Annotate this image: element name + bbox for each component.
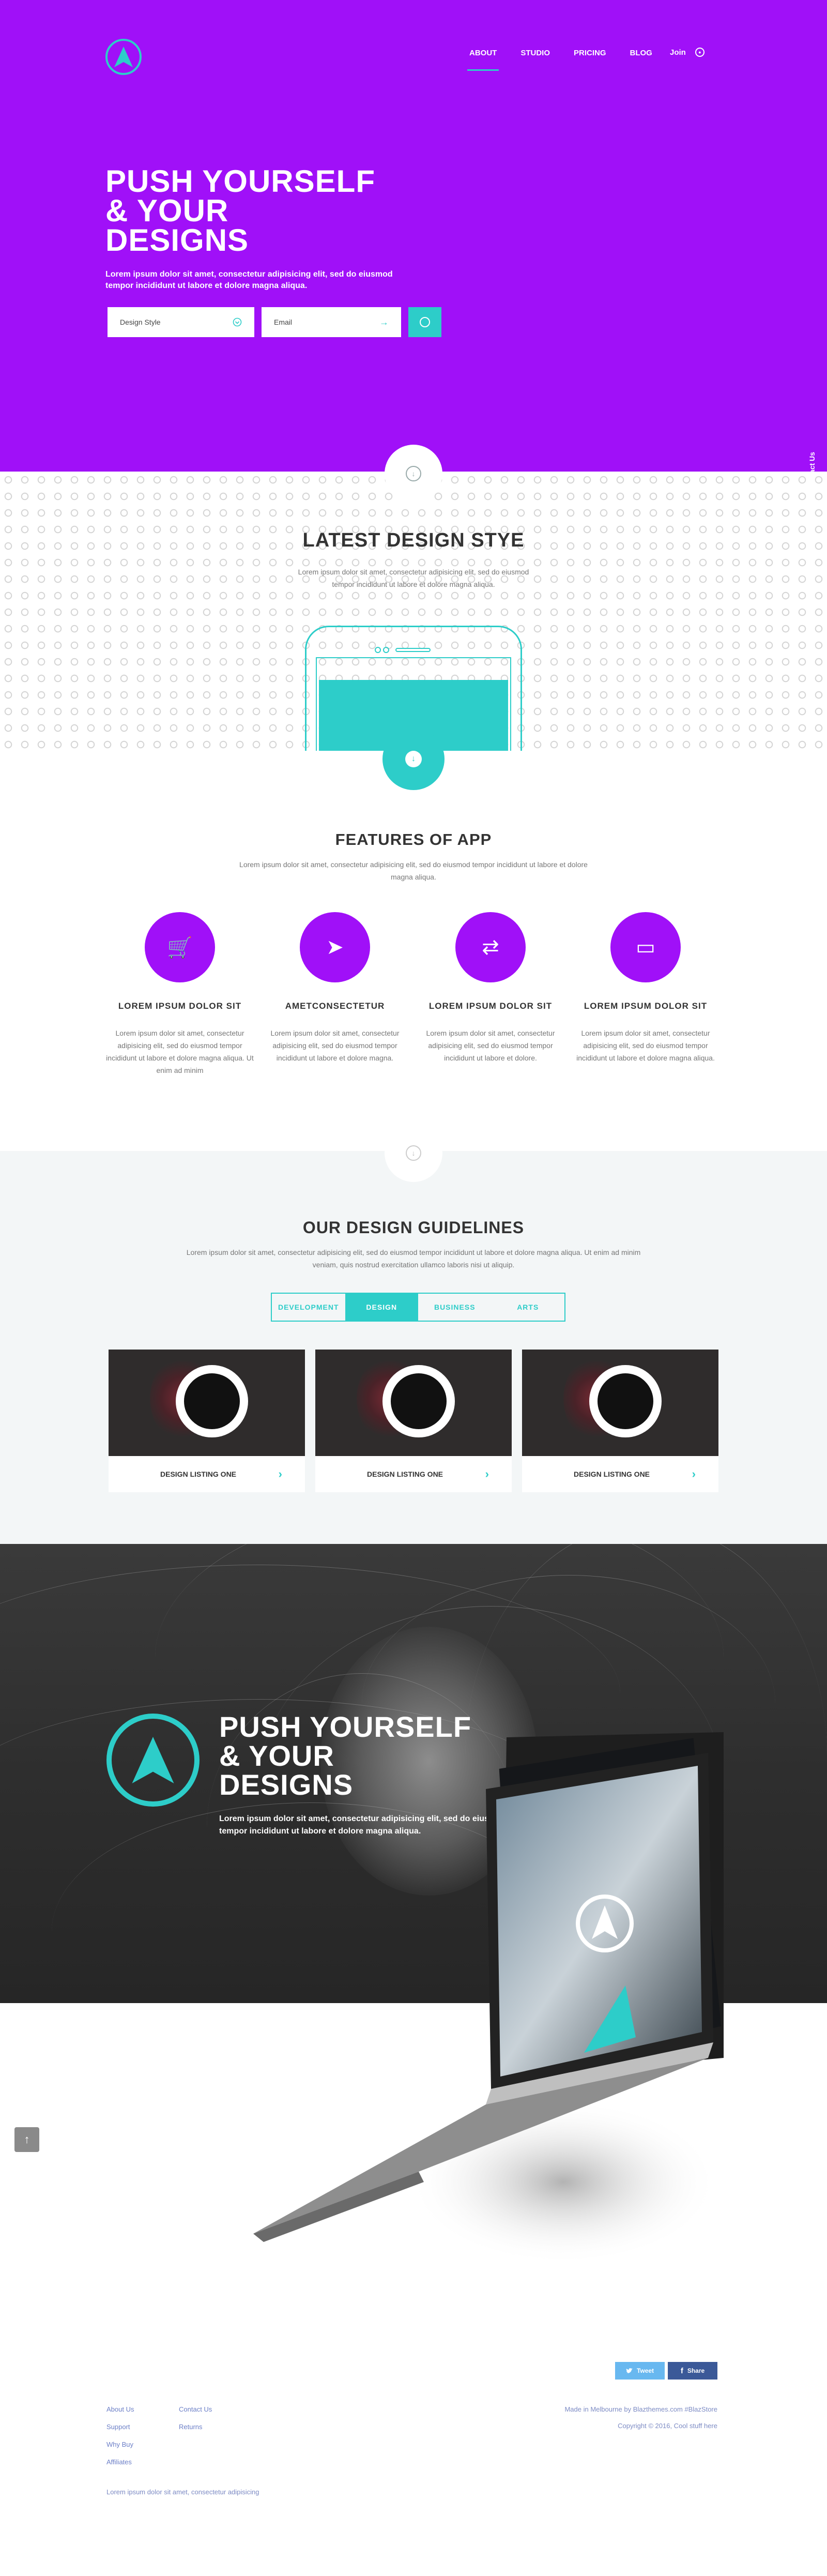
arrow-down-icon: ↓ — [406, 466, 421, 481]
feature-text: Lorem ipsum dolor sit amet, consectetur … — [270, 1029, 400, 1062]
browser-window-icon: ▭ — [610, 912, 681, 982]
section-marker-mid: ↓ — [385, 1124, 442, 1182]
chevron-right-icon: › — [278, 1467, 282, 1480]
feature-text: Lorem ipsum dolor sit amet, consectetur … — [106, 1029, 254, 1074]
nav-studio[interactable]: STUDIO — [520, 49, 550, 57]
card-title: DESIGN LISTING ONE — [367, 1470, 443, 1478]
feature-title: LOREM IPSUM DOLOR SIT — [428, 1001, 553, 1011]
made-in-text: Made in Melbourne by Blazthemes.com #Bla… — [564, 2405, 717, 2413]
twitter-icon — [625, 2368, 633, 2373]
latest-design-title: LATEST DESIGN STYE — [302, 529, 525, 551]
card-image — [315, 1350, 512, 1456]
tweet-label: Tweet — [636, 2367, 654, 2374]
arrow-down-icon: ↓ — [405, 751, 422, 767]
arrow-logo-icon — [114, 47, 133, 67]
tab-development[interactable]: DEVELOPMENT — [272, 1294, 345, 1321]
hero-title: PUSH YOURSELF & YOUR DESIGNS — [105, 166, 426, 257]
design-listing-card[interactable]: DESIGN LISTING ONE › — [522, 1350, 718, 1492]
feature-item: ➤ AMETCONSECTETUR Lorem ipsum dolor sit … — [260, 912, 410, 1064]
hero-title-line: DESIGNS — [105, 223, 249, 257]
facebook-share-button[interactable]: f Share — [668, 2362, 717, 2380]
chevron-right-icon: › — [485, 1467, 489, 1480]
nav-blog[interactable]: BLOG — [630, 49, 652, 57]
email-field-value: Email — [274, 318, 293, 326]
hero-section: ABOUT STUDIO PRICING BLOG Join ● PUSH YO… — [0, 0, 827, 472]
features-title: FEATURES OF APP — [335, 830, 492, 848]
join-icon: ● — [695, 48, 705, 57]
card-image — [522, 1350, 718, 1456]
shuffle-icon: ⇄ — [455, 912, 526, 982]
tab-design[interactable]: DESIGN — [345, 1294, 418, 1321]
hero-subtitle: Lorem ipsum dolor sit amet, consectetur … — [105, 270, 393, 290]
feature-text: Lorem ipsum dolor sit amet, consectetur … — [576, 1029, 715, 1062]
feature-title: AMETCONSECTETUR — [285, 1001, 385, 1011]
section-marker-top: ↓ — [385, 445, 442, 503]
arrow-logo-icon — [132, 1737, 174, 1783]
scroll-to-top-button[interactable]: ↑ — [14, 2127, 39, 2152]
feature-title: LOREM IPSUM DOLOR SIT — [118, 1001, 242, 1011]
design-style-select[interactable]: Design Style — [108, 307, 254, 337]
feature-title: LOREM IPSUM DOLOR SIT — [584, 1001, 708, 1011]
circle-icon — [420, 317, 430, 327]
send-icon: ➤ — [300, 912, 370, 982]
footer-link-why-buy[interactable]: Why Buy — [106, 2441, 133, 2448]
latest-design-text: Lorem ipsum dolor sit amet, consectetur … — [298, 568, 529, 588]
promo-logo — [106, 1714, 200, 1807]
nav-about[interactable]: ABOUT — [467, 49, 499, 71]
feature-item: 🛒 LOREM IPSUM DOLOR SIT Lorem ipsum dolo… — [105, 912, 255, 1077]
design-style-value: Design Style — [120, 318, 161, 326]
share-label: Share — [687, 2367, 705, 2374]
join-button[interactable]: Join ● — [670, 48, 705, 57]
arrow-down-icon: ↓ — [406, 1145, 421, 1161]
footer-link-contact[interactable]: Contact Us — [179, 2405, 212, 2413]
feature-text: Lorem ipsum dolor sit amet, consectetur … — [426, 1029, 555, 1062]
facebook-icon: f — [680, 2366, 683, 2375]
footer-link-returns[interactable]: Returns — [179, 2423, 203, 2431]
feature-item: ⇄ LOREM IPSUM DOLOR SIT Lorem ipsum dolo… — [416, 912, 565, 1064]
feature-item: ▭ LOREM IPSUM DOLOR SIT Lorem ipsum dolo… — [571, 912, 721, 1064]
card-image — [109, 1350, 305, 1456]
card-title: DESIGN LISTING ONE — [160, 1470, 237, 1478]
tab-arts[interactable]: ARTS — [492, 1294, 565, 1321]
brand-logo[interactable] — [105, 39, 142, 75]
footer-link-affiliates[interactable]: Affiliates — [106, 2458, 132, 2466]
email-field[interactable]: Email → — [262, 307, 401, 337]
guidelines-tabs: DEVELOPMENT DESIGN BUSINESS ARTS — [271, 1293, 565, 1322]
submit-button[interactable] — [408, 307, 441, 337]
footer-bottom-text: Lorem ipsum dolor sit amet, consectetur … — [106, 2488, 259, 2496]
copyright-text: Copyright © 2016, Cool stuff here — [618, 2422, 717, 2430]
arrow-up-icon: ↑ — [24, 2133, 30, 2146]
nav-pricing[interactable]: PRICING — [574, 49, 606, 57]
footer-link-about[interactable]: About Us — [106, 2405, 134, 2413]
cart-icon: 🛒 — [145, 912, 215, 982]
arrow-right-icon: → — [379, 316, 389, 327]
card-title: DESIGN LISTING ONE — [574, 1470, 650, 1478]
main-nav: ABOUT STUDIO PRICING BLOG — [467, 49, 676, 71]
circle-arrow-down-icon — [233, 317, 242, 327]
join-label: Join — [670, 48, 686, 57]
footer-link-support[interactable]: Support — [106, 2423, 130, 2431]
guidelines-text: Lorem ipsum dolor sit amet, consectetur … — [186, 1248, 641, 1269]
tweet-button[interactable]: Tweet — [615, 2362, 665, 2380]
chevron-right-icon: › — [692, 1467, 696, 1480]
laptop-illustration — [253, 1732, 724, 2265]
scroll-down-button[interactable]: ↓ — [382, 728, 445, 790]
tab-business[interactable]: BUSINESS — [418, 1294, 492, 1321]
design-listing-card[interactable]: DESIGN LISTING ONE › — [315, 1350, 512, 1492]
guidelines-title: OUR DESIGN GUIDELINES — [302, 1218, 525, 1237]
design-listing-card[interactable]: DESIGN LISTING ONE › — [109, 1350, 305, 1492]
features-text: Lorem ipsum dolor sit amet, consectetur … — [239, 860, 588, 881]
